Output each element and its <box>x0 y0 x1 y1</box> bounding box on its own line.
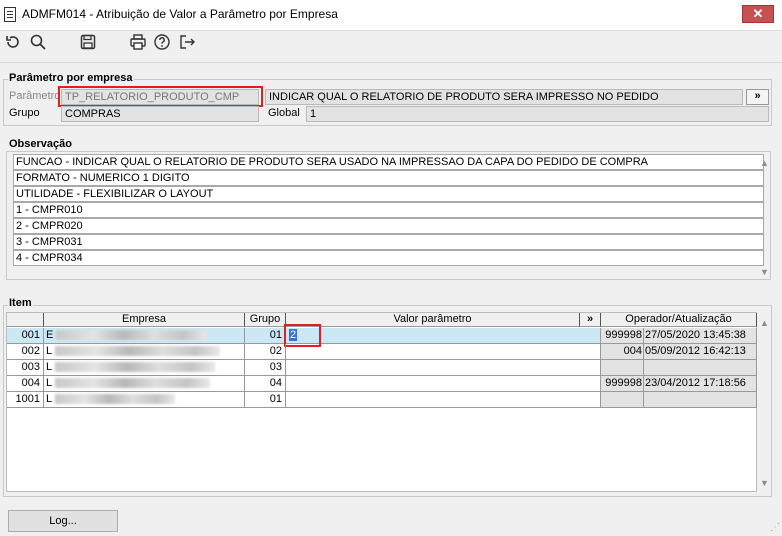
grupo-label: Grupo <box>9 107 40 119</box>
row-grupo: 03 <box>245 360 286 376</box>
grupo-field: COMPRAS <box>61 106 259 122</box>
row-code: 001 <box>7 328 44 344</box>
scroll-down-icon[interactable]: ▼ <box>760 267 769 277</box>
obs-line: FORMATO - NUMERICO 1 DIGITO <box>13 170 764 186</box>
item-group-title: Item <box>8 297 33 309</box>
col-header-grupo[interactable]: Grupo <box>245 313 286 327</box>
row-data <box>644 360 757 376</box>
obs-line: 4 - CMPR034 <box>13 250 764 266</box>
row-grupo: 01 <box>245 392 286 408</box>
row-operador: 999998 <box>601 328 644 344</box>
obs-line: 3 - CMPR031 <box>13 234 764 250</box>
row-grupo: 02 <box>245 344 286 360</box>
row-valor-input[interactable] <box>286 360 601 376</box>
global-label: Global <box>268 107 300 119</box>
row-data <box>644 392 757 408</box>
row-operador: 004 <box>601 344 644 360</box>
row-operador <box>601 392 644 408</box>
row-empresa: E <box>44 328 245 344</box>
row-empresa: L <box>44 392 245 408</box>
window-title: ADMFM014 - Atribuição de Valor a Parâmet… <box>22 7 338 21</box>
row-grupo: 04 <box>245 376 286 392</box>
param-more-button[interactable]: » <box>746 89 769 105</box>
global-field: 1 <box>306 106 769 122</box>
row-code: 1001 <box>7 392 44 408</box>
row-valor-input[interactable]: 2 <box>286 328 601 344</box>
col-header-valor[interactable]: Valor parâmetro <box>286 313 580 327</box>
row-empresa: L <box>44 376 245 392</box>
row-code: 004 <box>7 376 44 392</box>
log-button[interactable]: Log... <box>8 510 118 532</box>
toolbar-separator <box>0 62 782 63</box>
observacao-title: Observação <box>8 138 73 150</box>
row-data: 27/05/2020 13:45:38 <box>644 328 757 344</box>
row-code: 003 <box>7 360 44 376</box>
obs-line: 2 - CMPR020 <box>13 218 764 234</box>
row-operador <box>601 360 644 376</box>
scroll-up-icon[interactable]: ▲ <box>760 158 769 168</box>
param-label: Parâmetro <box>9 90 61 102</box>
col-header-code <box>7 313 44 327</box>
row-empresa: L <box>44 344 245 360</box>
print-icon[interactable] <box>128 33 148 53</box>
help-icon[interactable] <box>152 33 172 53</box>
row-grupo: 01 <box>245 328 286 344</box>
row-data: 23/04/2012 17:18:56 <box>644 376 757 392</box>
col-header-empresa[interactable]: Empresa <box>44 313 245 327</box>
resize-grip-icon[interactable]: ⋰ <box>770 522 780 533</box>
grid-scroll-down-icon[interactable]: ▼ <box>760 478 769 488</box>
close-button[interactable]: ✕ <box>742 5 774 23</box>
param-group-title: Parâmetro por empresa <box>8 72 134 84</box>
obs-line: UTILIDADE - FLEXIBILIZAR O LAYOUT <box>13 186 764 202</box>
obs-line: FUNCAO - INDICAR QUAL O RELATORIO DE PRO… <box>13 154 764 170</box>
row-code: 002 <box>7 344 44 360</box>
row-data: 05/09/2012 16:42:13 <box>644 344 757 360</box>
col-header-more-button[interactable]: » <box>580 313 601 327</box>
undo-icon[interactable] <box>3 33 23 53</box>
toolbar <box>0 31 782 59</box>
observacao-list[interactable]: FUNCAO - INDICAR QUAL O RELATORIO DE PRO… <box>6 151 771 280</box>
save-icon[interactable] <box>78 33 98 53</box>
grid-scroll-up-icon[interactable]: ▲ <box>760 318 769 328</box>
param-description: INDICAR QUAL O RELATORIO DE PRODUTO SERA… <box>265 89 743 105</box>
search-icon[interactable] <box>28 33 48 53</box>
row-valor-input[interactable] <box>286 392 601 408</box>
row-valor-input[interactable] <box>286 376 601 392</box>
exit-icon[interactable] <box>177 33 197 53</box>
row-valor-input[interactable] <box>286 344 601 360</box>
row-operador: 999998 <box>601 376 644 392</box>
row-empresa: L <box>44 360 245 376</box>
param-highlight <box>58 86 263 107</box>
app-document-icon <box>4 7 16 22</box>
col-header-operador[interactable]: Operador/Atualização <box>601 313 757 327</box>
obs-line: 1 - CMPR010 <box>13 202 764 218</box>
